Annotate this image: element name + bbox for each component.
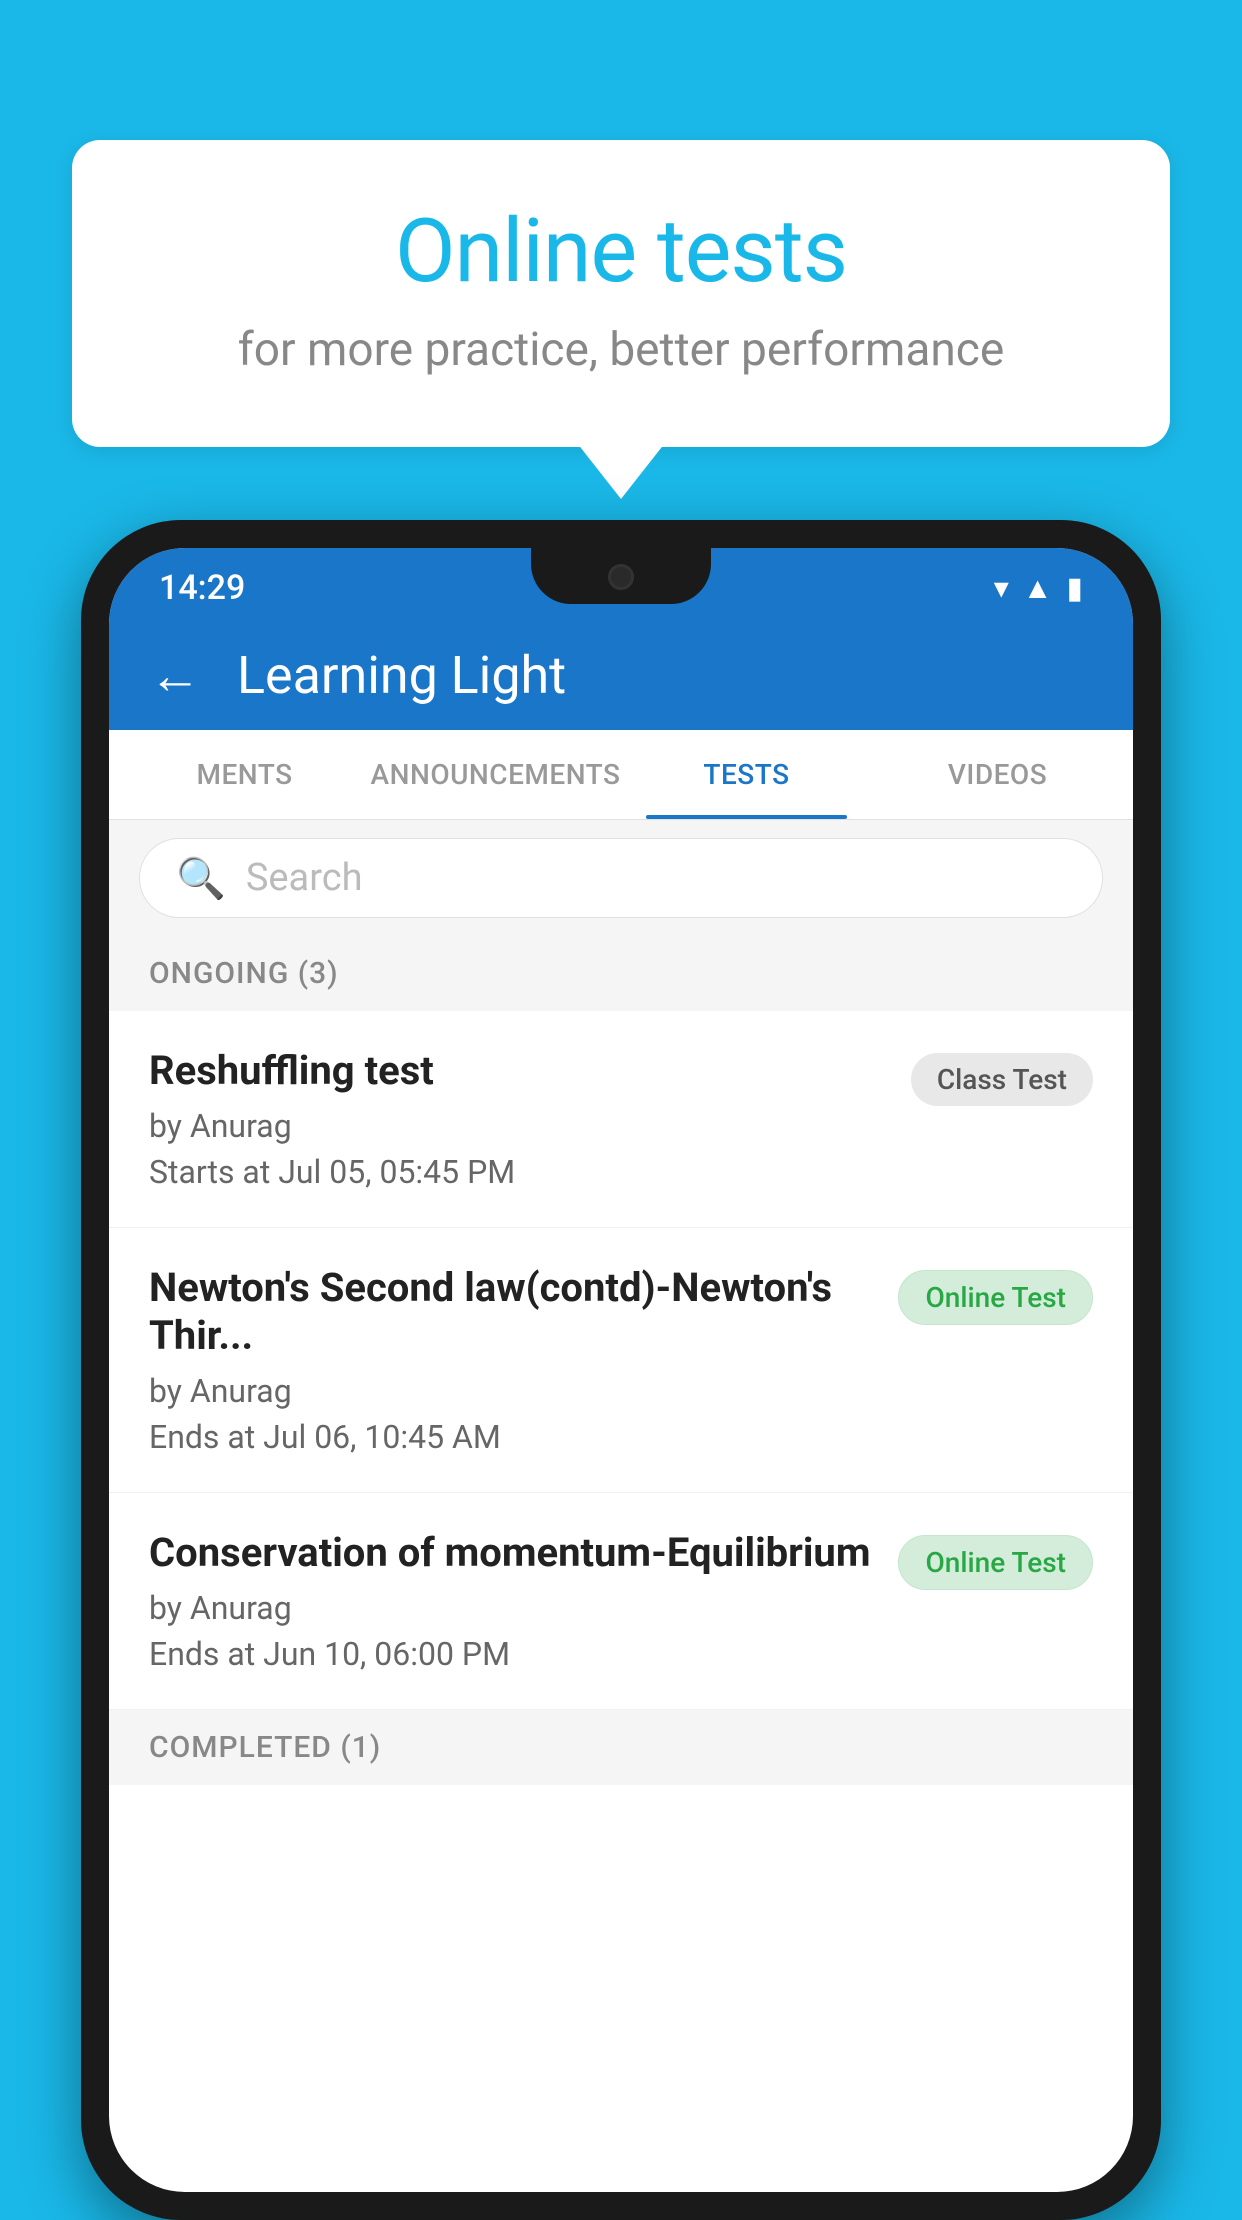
battery-icon: ▮	[1066, 571, 1083, 606]
ongoing-section-header: ONGOING (3)	[109, 936, 1133, 1011]
phone-screen: 14:29 ▾ ▲ ▮ ← Learning Light MENTS ANNOU…	[109, 548, 1133, 2192]
phone-notch	[531, 548, 711, 604]
signal-icon: ▲	[1023, 571, 1053, 606]
search-placeholder: Search	[246, 856, 363, 900]
search-icon: 🔍	[176, 855, 226, 902]
completed-section-header: COMPLETED (1)	[109, 1710, 1133, 1785]
tab-videos[interactable]: VIDEOS	[872, 730, 1123, 819]
speech-bubble-container: Online tests for more practice, better p…	[72, 140, 1170, 447]
app-header: ← Learning Light	[109, 620, 1133, 730]
test-badge-3: Online Test	[898, 1535, 1093, 1590]
status-icons: ▾ ▲ ▮	[994, 571, 1083, 606]
tabs-bar: MENTS ANNOUNCEMENTS TESTS VIDEOS	[109, 730, 1133, 820]
ongoing-label: ONGOING (3)	[149, 956, 339, 991]
camera-icon	[608, 564, 634, 590]
test-info-1: Reshuffling test by Anurag Starts at Jul…	[149, 1047, 911, 1191]
phone-mockup: 14:29 ▾ ▲ ▮ ← Learning Light MENTS ANNOU…	[81, 520, 1161, 2220]
test-author-3: by Anurag	[149, 1589, 874, 1627]
bubble-title: Online tests	[152, 200, 1090, 303]
bubble-subtitle: for more practice, better performance	[152, 323, 1090, 377]
test-badge-2: Online Test	[898, 1270, 1093, 1325]
test-badge-1: Class Test	[911, 1053, 1093, 1106]
test-author-1: by Anurag	[149, 1107, 887, 1145]
test-item-1[interactable]: Reshuffling test by Anurag Starts at Jul…	[109, 1011, 1133, 1228]
search-bar[interactable]: 🔍 Search	[139, 838, 1103, 918]
search-container: 🔍 Search	[109, 820, 1133, 936]
tab-announcements[interactable]: ANNOUNCEMENTS	[370, 730, 621, 819]
wifi-icon: ▾	[994, 571, 1009, 606]
test-name-2: Newton's Second law(contd)-Newton's Thir…	[149, 1264, 874, 1360]
test-info-2: Newton's Second law(contd)-Newton's Thir…	[149, 1264, 898, 1456]
phone-outer: 14:29 ▾ ▲ ▮ ← Learning Light MENTS ANNOU…	[81, 520, 1161, 2220]
test-author-2: by Anurag	[149, 1372, 874, 1410]
status-time: 14:29	[159, 568, 245, 608]
test-date-2: Ends at Jul 06, 10:45 AM	[149, 1418, 874, 1456]
test-list: Reshuffling test by Anurag Starts at Jul…	[109, 1011, 1133, 1710]
tab-ments[interactable]: MENTS	[119, 730, 370, 819]
test-date-1: Starts at Jul 05, 05:45 PM	[149, 1153, 887, 1191]
test-info-3: Conservation of momentum-Equilibrium by …	[149, 1529, 898, 1673]
test-date-3: Ends at Jun 10, 06:00 PM	[149, 1635, 874, 1673]
test-item-2[interactable]: Newton's Second law(contd)-Newton's Thir…	[109, 1228, 1133, 1493]
tab-tests[interactable]: TESTS	[621, 730, 872, 819]
test-name-1: Reshuffling test	[149, 1047, 887, 1095]
completed-label: COMPLETED (1)	[149, 1730, 381, 1765]
test-name-3: Conservation of momentum-Equilibrium	[149, 1529, 874, 1577]
app-title: Learning Light	[237, 645, 566, 706]
speech-bubble: Online tests for more practice, better p…	[72, 140, 1170, 447]
back-button[interactable]: ←	[149, 645, 201, 706]
test-item-3[interactable]: Conservation of momentum-Equilibrium by …	[109, 1493, 1133, 1710]
